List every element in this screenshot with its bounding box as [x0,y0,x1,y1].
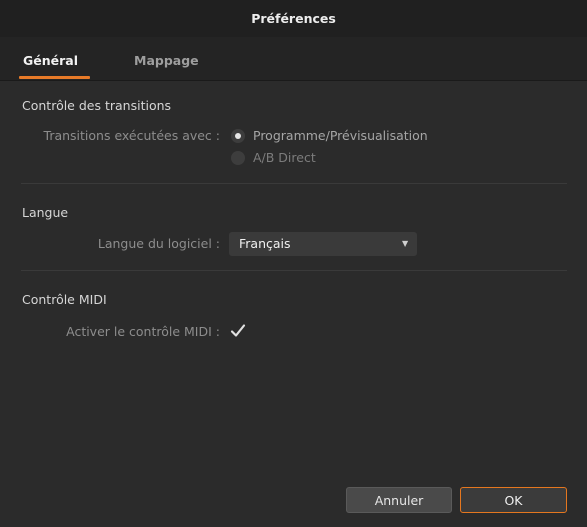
language-field-label: Langue du logiciel : [97,236,220,251]
radio-program-preview-label: Programme/Prévisualisation [253,128,428,143]
transitions-section-title: Contrôle des transitions [22,98,172,113]
midi-section-title: Contrôle MIDI [22,292,107,307]
language-select-value: Français [239,236,291,251]
section-divider [21,183,567,184]
preferences-window: Préférences Général Mappage Contrôle des… [0,0,587,527]
radio-program-preview[interactable] [231,129,245,143]
radio-ab-direct-label: A/B Direct [253,150,316,165]
midi-field-label: Activer le contrôle MIDI : [66,324,220,339]
checkmark-icon [230,324,246,337]
transitions-field-label: Transitions exécutées avec : [43,128,220,143]
midi-enable-checkbox[interactable] [229,322,247,340]
radio-ab-direct[interactable] [231,151,245,165]
cancel-button[interactable]: Annuler [346,487,452,513]
ok-button[interactable]: OK [460,487,567,513]
window-title: Préférences [251,11,336,26]
tab-bar: Général Mappage [0,37,587,81]
section-divider [21,270,567,271]
active-tab-indicator [19,76,90,79]
tab-mapping[interactable]: Mappage [134,53,199,68]
chevron-down-icon: ▼ [402,239,409,248]
window-titlebar: Préférences [0,0,587,37]
language-select[interactable]: Français ▼ [229,232,417,256]
language-section-title: Langue [22,205,69,220]
tab-general[interactable]: Général [23,53,78,68]
